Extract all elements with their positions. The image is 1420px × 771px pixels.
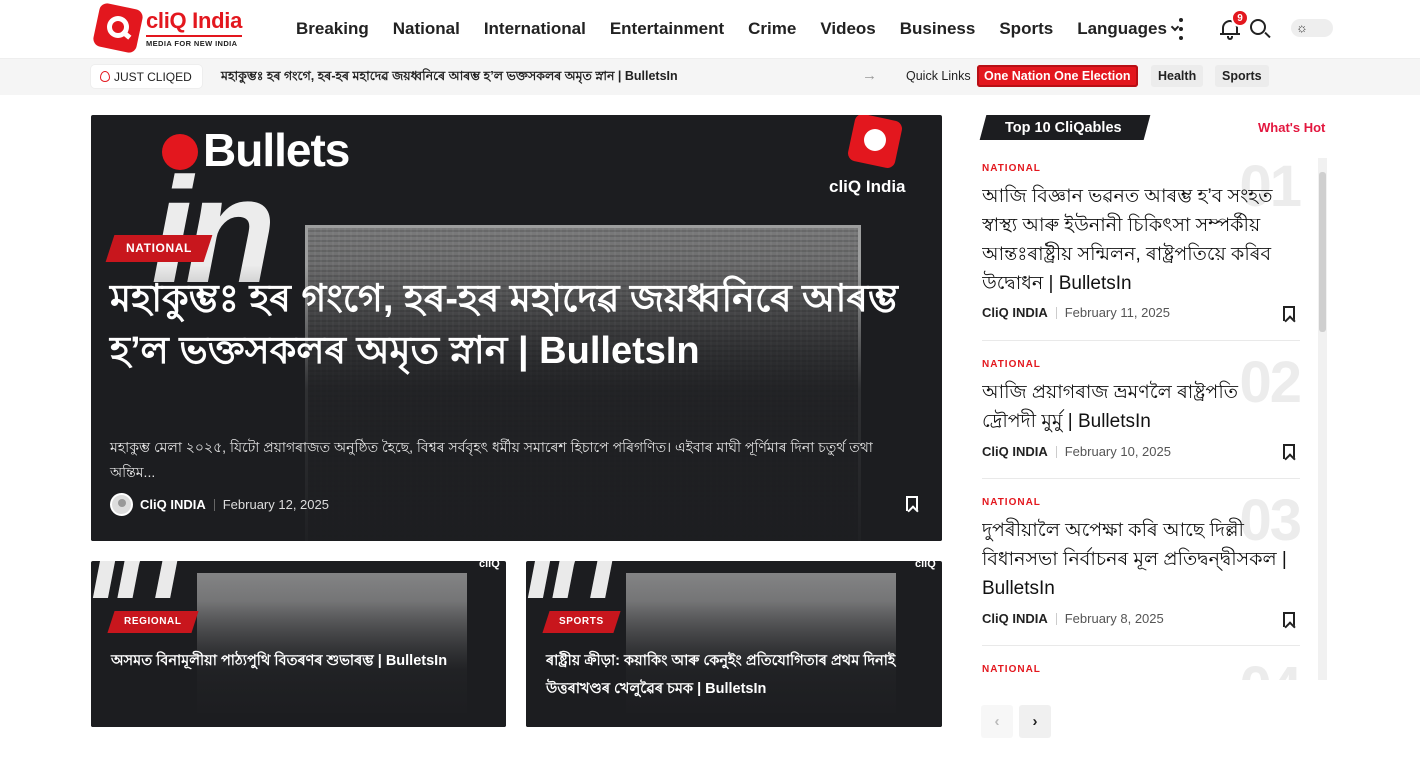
languages-label: Languages [1077, 18, 1167, 38]
cliq-logo-icon [91, 1, 145, 55]
chevron-right-icon[interactable]: › [1019, 705, 1051, 738]
bookmark-icon[interactable] [1283, 306, 1295, 321]
post-date: February 12, 2025 [222, 497, 329, 512]
ticker-badge-label: JUST CLIQED [114, 69, 192, 84]
nav-item-crime[interactable]: Crime [748, 19, 796, 39]
post-date: February 11, 2025 [1064, 305, 1171, 320]
nav-item-breaking[interactable]: Breaking [296, 19, 369, 39]
chevron-left-icon[interactable]: ‹ [981, 705, 1013, 738]
list-item[interactable]: 03 NATIONAL দুপৰীয়ালৈ অপেক্ষা কৰি আছে দ… [982, 492, 1302, 646]
nav-item-sports[interactable]: Sports [999, 19, 1053, 39]
sidebar-scrollbar-thumb[interactable] [1319, 172, 1326, 332]
item-meta: CliQ INDIA February 11, 2025 [982, 305, 1170, 320]
hero-article[interactable]: in Bullets cliQ India NATIONAL মহাকুম্ভঃ… [91, 115, 942, 541]
category-tag[interactable]: SPORTS [542, 611, 621, 633]
category-tag[interactable]: NATIONAL [105, 235, 213, 262]
sun-icon: ☼ [1296, 20, 1308, 35]
author-name[interactable]: CliQ INDIA [982, 305, 1048, 320]
item-meta: CliQ INDIA February 8, 2025 [982, 611, 1164, 626]
nav-item-international[interactable]: International [484, 19, 586, 39]
rank-number: 04 [1239, 659, 1301, 681]
list-item[interactable]: 04 NATIONAL [982, 659, 1302, 681]
list-item[interactable]: 01 NATIONAL আজি বিজ্ঞান ভৱনত আৰম্ভ হ’ব স… [982, 158, 1302, 341]
list-item[interactable]: 02 NATIONAL আজি প্ৰয়াগৰাজ ভ্ৰমণলৈ ৰাষ্ট… [982, 354, 1302, 479]
item-category[interactable]: NATIONAL [982, 359, 1041, 370]
hero-meta: CliQ INDIA February 12, 2025 [110, 493, 329, 516]
bookmark-icon[interactable] [1283, 612, 1295, 627]
card-brand: cliQ [915, 561, 936, 570]
item-meta: CliQ INDIA February 10, 2025 [982, 444, 1171, 459]
post-date: February 8, 2025 [1064, 611, 1164, 626]
just-cliqed-badge: JUST CLIQED [91, 65, 202, 88]
quick-link-one-nation-one-election[interactable]: One Nation One Election [977, 65, 1138, 87]
news-ticker: JUST CLIQED মহাকুম্ভঃ হৰ গংগে, হৰ-হৰ মহা… [0, 59, 1420, 95]
hero-title[interactable]: মহাকুম্ভঃ হৰ গংগে, হৰ-হৰ মহাদেৱ জয়ধ্বনি… [110, 273, 930, 377]
arrow-right-icon[interactable]: → [862, 67, 877, 84]
bulletsin-dot-icon [162, 134, 198, 170]
article-card-regional[interactable]: in cliQ REGIONAL অসমত বিনামূলীয়া পাঠ্যপ… [91, 561, 506, 727]
quick-links-label: Quick Links [906, 69, 971, 83]
more-vertical-icon[interactable] [1176, 18, 1186, 40]
hero-cliq-logo: cliQ India [829, 115, 919, 205]
flame-icon [100, 71, 110, 82]
logo-name: cliQ India [146, 7, 243, 33]
item-title[interactable]: আজি বিজ্ঞান ভৱনত আৰম্ভ হ’ব সংহত স্বাস্থ্… [982, 182, 1287, 298]
hero-excerpt: মহাকুম্ভ মেলা ২০২৫, যিটো প্ৰয়াগৰাজত অনু… [110, 439, 873, 480]
nav-item-business[interactable]: Business [900, 19, 976, 39]
search-icon[interactable] [1249, 18, 1271, 40]
top-cliqables-list[interactable]: 01 NATIONAL আজি বিজ্ঞান ভৱনত আৰম্ভ হ’ব স… [982, 158, 1327, 680]
item-category[interactable]: NATIONAL [982, 497, 1041, 508]
article-card-sports[interactable]: in cliQ SPORTS ৰাষ্ট্ৰীয় ক্ৰীড়া: কয়াক… [526, 561, 942, 727]
site-header: cliQ India MEDIA FOR NEW INDIA Breaking … [0, 0, 1420, 59]
author-name[interactable]: CliQ INDIA [140, 497, 206, 512]
sidebar-heading: Top 10 CliQables [1005, 120, 1122, 136]
quick-link-health[interactable]: Health [1151, 65, 1204, 87]
nav-item-videos[interactable]: Videos [820, 19, 875, 39]
card-title[interactable]: অসমত বিনামূলীয়া পাঠ্যপুথি বিতৰণৰ শুভাৰম… [111, 647, 481, 675]
nav-item-languages[interactable]: Languages [1077, 18, 1180, 39]
notification-badge: 9 [1231, 9, 1249, 27]
bookmark-icon[interactable] [906, 496, 918, 511]
bookmark-icon[interactable] [1283, 444, 1295, 459]
item-title[interactable]: দুপৰীয়ালৈ অপেক্ষা কৰি আছে দিল্লী বিধানস… [982, 516, 1287, 603]
dark-mode-toggle[interactable]: ☼ [1291, 19, 1333, 37]
bulletsin-wordmark: Bullets [203, 124, 350, 176]
main-nav: Breaking National International Entertai… [284, 0, 1190, 57]
hero-logo-text: cliQ India [829, 177, 906, 196]
whats-hot-link[interactable]: What's Hot [1258, 120, 1325, 135]
item-category[interactable]: NATIONAL [982, 664, 1041, 675]
author-name[interactable]: CliQ INDIA [982, 611, 1048, 626]
ticker-headline[interactable]: মহাকুম্ভঃ হৰ গংগে, হৰ-হৰ মহাদেৱ জয়ধ্বনি… [221, 68, 678, 88]
card-title[interactable]: ৰাষ্ট্ৰীয় ক্ৰীড়া: কয়াকিং আৰু কেনুইং প… [546, 647, 916, 703]
post-date: February 10, 2025 [1064, 444, 1171, 459]
nav-item-entertainment[interactable]: Entertainment [610, 19, 724, 39]
item-category[interactable]: NATIONAL [982, 163, 1041, 174]
category-tag[interactable]: REGIONAL [107, 611, 199, 633]
nav-item-national[interactable]: National [393, 19, 460, 39]
item-title[interactable]: আজি প্ৰয়াগৰাজ ভ্ৰমণলৈ ৰাষ্ট্ৰপতি দ্ৰৌপদ… [982, 378, 1287, 436]
logo-tagline: MEDIA FOR NEW INDIA [146, 34, 243, 48]
avatar[interactable] [110, 493, 133, 516]
author-name[interactable]: CliQ INDIA [982, 444, 1048, 459]
quick-link-sports[interactable]: Sports [1215, 65, 1269, 87]
card-brand: cliQ [479, 561, 500, 570]
site-logo[interactable]: cliQ India MEDIA FOR NEW INDIA [91, 1, 256, 55]
